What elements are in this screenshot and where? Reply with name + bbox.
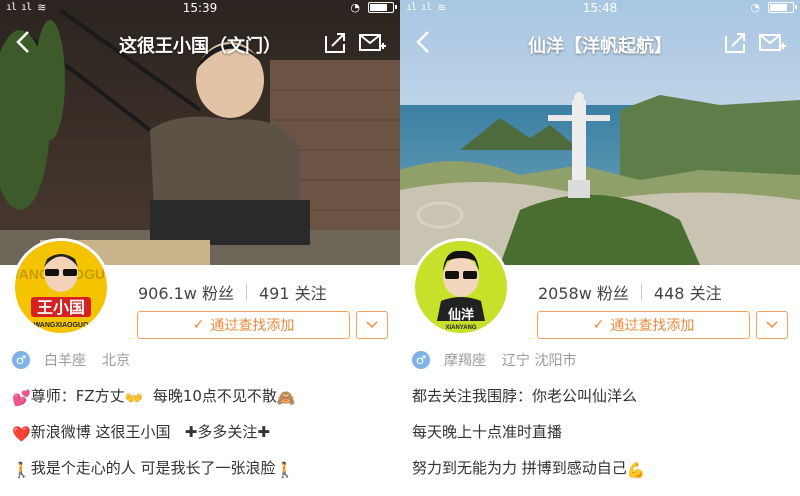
bio-line: 💕尊师：FZ方丈👐 每晚10点不见不散🙈 [12,387,296,407]
more-options-button[interactable] [756,311,788,339]
stats-divider [246,284,247,300]
walking-icon: 🚶 [12,461,31,479]
avatar-name-text: 王小国 [37,298,85,317]
location: 辽宁 沈阳市 [502,353,577,369]
location: 北京 [102,353,130,369]
zodiac: 白羊座 [44,353,86,369]
walking-icon: 🚶 [275,461,295,479]
fans-count[interactable]: 2058w 粉丝 [538,280,629,304]
avatar[interactable]: 仙洋 XIANYANG [412,238,510,336]
hands-icon: 👐 [124,389,144,407]
share-icon[interactable] [322,30,348,56]
status-time: 15:48 [582,0,618,15]
avatar-name-text: 仙洋 [448,307,474,323]
nav-bar: 仙洋【洋帆起航】 [400,22,800,62]
follow-stats: 2058w 粉丝 448 关注 [538,280,722,304]
avatar[interactable]: WANGXIAOGUO 王小国 WANGXIAOGUO [12,238,110,336]
bio-line: 努力到无能为力 拼博到感动自己💪 [412,459,646,479]
status-time: 15:39 [182,0,218,15]
bio-line: 都去关注我围脖：你老公叫仙洋么 [412,387,638,405]
message-icon[interactable] [758,32,786,54]
avatar-sub-text: XIANYANG [445,325,476,331]
zodiac: 摩羯座 [444,353,486,369]
plus-icon: ✚ [184,423,198,441]
monkey-icon: 🙈 [276,389,296,407]
follow-status-label: 通过查找添加 [210,318,295,334]
follow-stats: 906.1w 粉丝 491 关注 [138,280,327,304]
battery-icon [768,2,797,13]
alarm-icon: ◔ [750,1,760,14]
chevron-down-icon [366,321,378,329]
male-icon: ♂ [12,351,30,369]
follow-status-button[interactable]: ✓ 通过查找添加 [537,311,750,339]
battery-icon [368,2,397,13]
profile-meta: ♂ 摩羯座 辽宁 沈阳市 [412,350,576,370]
follow-status-label: 通过查找添加 [610,318,695,334]
fans-count[interactable]: 906.1w 粉丝 [138,280,234,304]
status-bar: ıl ıl ≋ 15:39 ◔ [0,0,400,15]
profile-meta: ♂ 白羊座 北京 [12,350,130,370]
alarm-icon: ◔ [350,1,360,14]
chevron-down-icon [766,321,778,329]
plus-icon: ✚ [257,423,270,441]
bio-line: 🚶我是个走心的人 可是我长了一张浪脸🚶 [12,459,295,479]
bio-line: ❤️新浪微博 这很王小国 ✚多多关注✚ [12,423,270,443]
right-profile-screen: ıl ıl ≋ 15:48 ◔ 仙洋【洋帆起航】 仙洋 XIANYANG 205… [400,0,800,496]
nav-bar: 这很王小国（文门） [0,22,400,62]
left-profile-screen: ıl ıl ≋ 15:39 ◔ 这很王小国（文门） WANGXIAOGUO [0,0,400,496]
stats-divider [640,284,642,300]
heart-icon: ❤️ [12,425,31,443]
more-options-button[interactable] [356,311,388,339]
sparkle-heart-icon: 💕 [12,389,31,407]
avatar-sub-text: WANGXIAOGUO [34,322,89,329]
bio-line: 每天晚上十点准时直播 [412,423,563,441]
share-icon[interactable] [722,30,748,56]
flexed-biceps-icon: 💪 [626,461,646,479]
male-icon: ♂ [412,351,430,369]
message-icon[interactable] [358,32,386,54]
status-bar: ıl ıl ≋ 15:48 ◔ [400,0,800,15]
following-count[interactable]: 448 关注 [654,280,722,304]
check-icon: ✓ [192,317,205,333]
check-icon: ✓ [592,317,605,333]
follow-status-button[interactable]: ✓ 通过查找添加 [137,311,350,339]
following-count[interactable]: 491 关注 [259,280,327,304]
